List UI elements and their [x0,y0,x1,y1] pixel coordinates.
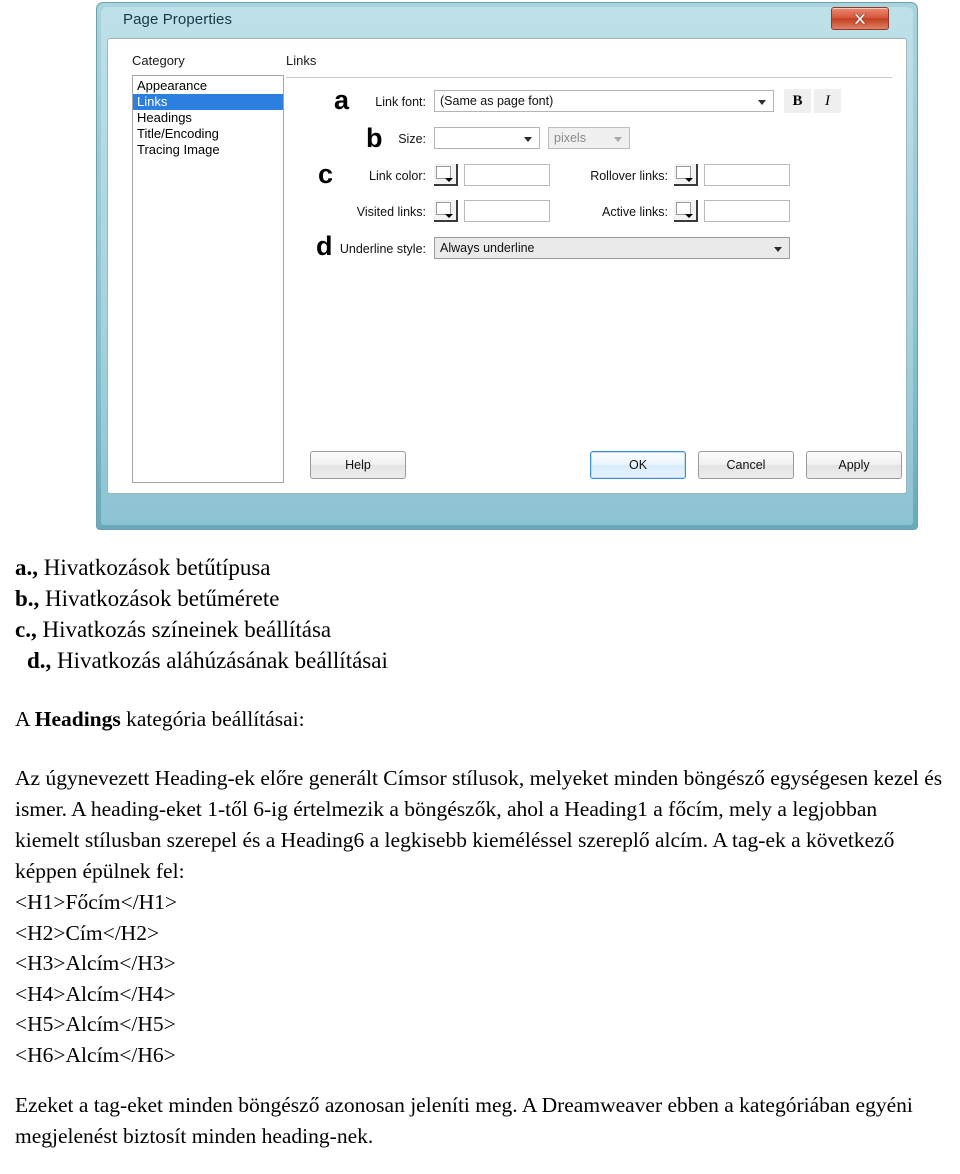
legend-marker-c: c., [15,617,37,642]
link-color-input[interactable] [464,164,550,186]
legend-text-b: Hivatkozások betűmérete [45,586,280,611]
size-unit-combobox[interactable]: pixels [548,127,630,149]
visited-links-swatch-picker[interactable] [434,200,458,222]
close-icon[interactable] [831,7,889,30]
legend-text-a: Hivatkozások betűtípusa [43,555,271,580]
chevron-down-icon [685,214,693,218]
link-font-label: Link font: [375,95,426,109]
dialog-title: Page Properties [123,11,233,28]
paragraph-headings-description: Az úgynevezett Heading-ek előre generált… [15,766,943,883]
legend-marker-d: d., [27,648,52,673]
legend-item-b: b., Hivatkozások betűmérete [0,583,960,614]
rollover-links-input[interactable] [704,164,790,186]
chevron-down-icon [758,100,766,105]
visited-links-input[interactable] [464,200,550,222]
help-button[interactable]: Help [310,451,406,479]
category-item-title-encoding[interactable]: Title/Encoding [133,126,283,142]
underline-style-combobox[interactable]: Always underline [434,237,790,259]
headings-intro-line: A Headings kategória beállításai: [0,704,960,735]
panel-title-label: Links [286,53,317,68]
underline-style-value: Always underline [440,241,535,255]
legend-item-d: d., Hivatkozás aláhúzásának beállításai [0,645,960,676]
size-label: Size: [398,132,426,146]
bold-button[interactable]: B [784,89,811,113]
dialog-title-bar: Page Properties [101,6,913,40]
legend-marker-a: a., [15,555,38,580]
bold-label: B [792,93,803,109]
active-links-swatch-picker[interactable] [674,200,698,222]
document-body: a., Hivatkozások betűtípusa b., Hivatkoz… [0,552,960,1152]
size-combobox[interactable] [434,127,540,149]
category-item-links[interactable]: Links [133,94,283,110]
apply-button[interactable]: Apply [806,451,902,479]
paragraph-browser-rendering: Ezeket a tag-eket minden böngésző azonos… [15,1093,913,1148]
active-links-label: Active links: [602,205,668,219]
category-column-label: Category [132,53,185,68]
tag-line-h1: <H1>Főcím</H1> [15,890,177,914]
category-item-tracing-image[interactable]: Tracing Image [133,142,283,158]
links-settings-form: a b c d Link font: (Same as page font) B… [286,87,896,317]
tag-line-h4: <H4>Alcím</H4> [15,981,176,1006]
ok-button[interactable]: OK [590,451,686,479]
headings-intro-suffix: kategória beállításai: [120,707,305,731]
category-item-headings[interactable]: Headings [133,110,283,126]
tag-line-h2: <H2>Cím</H2> [15,920,160,945]
legend-item-c: c., Hivatkozás színeinek beállítása [0,614,960,645]
rollover-links-swatch-picker[interactable] [674,164,698,186]
headings-intro-prefix: A [15,707,35,731]
chevron-down-icon [614,137,622,142]
category-item-appearance[interactable]: Appearance [133,78,283,94]
legend-item-a: a., Hivatkozások betűtípusa [0,552,960,583]
cancel-button[interactable]: Cancel [698,451,794,479]
tag-line-h5: <H5>Alcím</H5> [15,1012,176,1036]
link-color-swatch-picker[interactable] [434,164,458,186]
visited-links-label: Visited links: [356,205,426,219]
link-font-combobox[interactable]: (Same as page font) [434,90,774,112]
legend-text-d: Hivatkozás aláhúzásának beállításai [57,648,388,673]
headings-intro-bold: Headings [34,707,121,731]
dialog-client-area: Category Links Appearance Links Headings… [107,38,907,494]
chevron-down-icon [445,214,453,218]
panel-divider [286,77,892,78]
chevron-down-icon [685,178,693,182]
rollover-links-label: Rollover links: [590,169,668,183]
active-links-input[interactable] [704,200,790,222]
legend-marker-b: b., [15,586,40,611]
size-unit-value: pixels [554,131,586,145]
italic-label: I [825,93,830,109]
chevron-down-icon [524,137,532,142]
legend-text-c: Hivatkozás színeinek beállítása [42,617,332,642]
italic-button[interactable]: I [814,89,841,113]
category-listbox[interactable]: Appearance Links Headings Title/Encoding… [132,75,284,483]
chevron-down-icon [445,178,453,182]
link-color-label: Link color: [369,169,426,183]
heading-tag-list: <H1>Főcím</H1> <H2>Cím</H2> <H3>Alcím</H… [0,887,960,1070]
chevron-down-icon [774,247,782,252]
tag-line-h6: <H6>Alcím</H6> [15,1042,176,1067]
page-properties-dialog-screenshot: Page Properties Category Links Appearanc… [96,2,918,530]
link-font-value: (Same as page font) [440,94,554,108]
underline-style-label: Underline style: [339,242,426,256]
tag-line-h3: <H3>Alcím</H3> [15,951,176,975]
